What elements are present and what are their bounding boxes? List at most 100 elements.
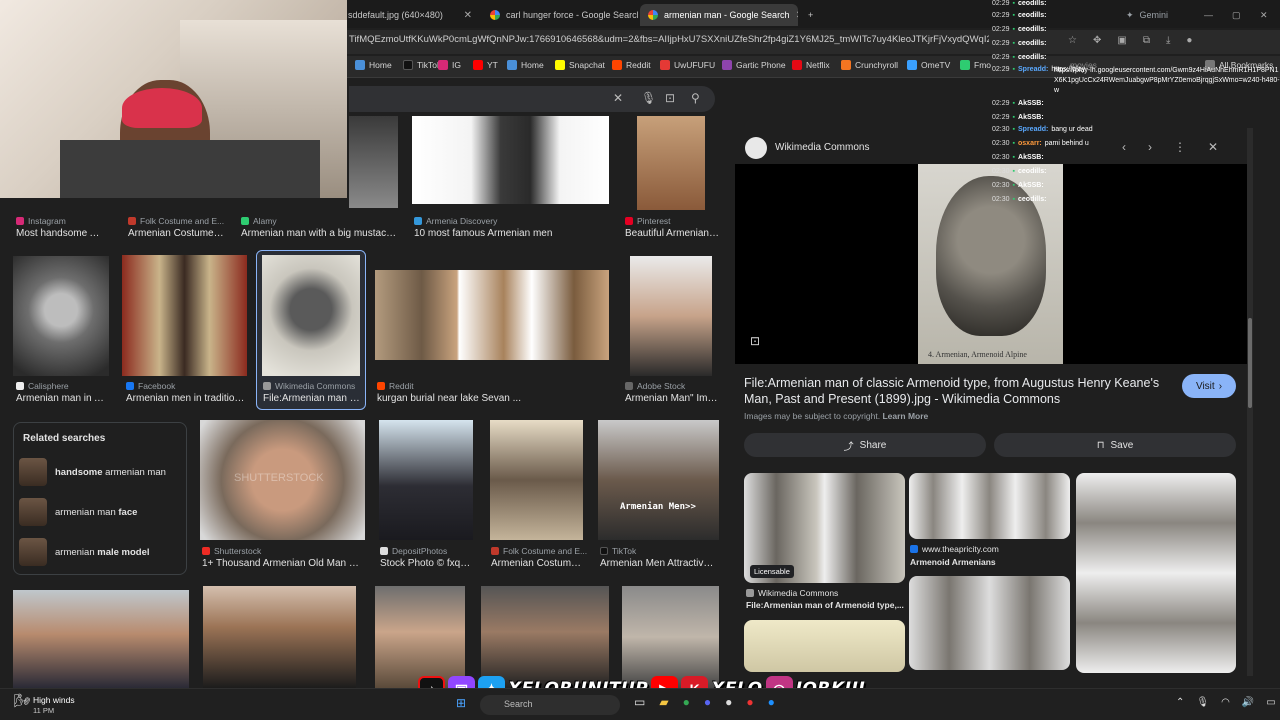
related-image[interactable]: [909, 576, 1070, 670]
badge-icon: ▪: [1012, 196, 1016, 203]
mic-icon[interactable]: 🎙: [1196, 697, 1209, 708]
bookmark-uwufufu[interactable]: UwUFUFU: [660, 60, 715, 70]
battery-icon[interactable]: ▭: [1266, 697, 1275, 708]
bookmark-ig[interactable]: IG: [438, 60, 461, 70]
learn-more-link[interactable]: Learn More: [882, 411, 928, 421]
app-icon[interactable]: ●: [725, 695, 732, 709]
start-icon[interactable]: ⊞: [456, 696, 466, 710]
result-image[interactable]: [490, 420, 583, 540]
scrollbar[interactable]: [1247, 128, 1253, 676]
result-title[interactable]: Armenian Costume ...: [491, 558, 585, 569]
weather-icon[interactable]: 🌬: [14, 693, 31, 709]
result-title[interactable]: Armenian Costume ...: [128, 228, 224, 239]
visit-button[interactable]: Visit ›: [1182, 374, 1236, 398]
app-icon[interactable]: ●: [746, 695, 753, 709]
save-button[interactable]: ⊓ Save: [994, 433, 1236, 457]
bookmark-netflix[interactable]: Netflix: [792, 60, 830, 70]
bookmark-home[interactable]: Home: [355, 60, 392, 70]
related-item-handsome[interactable]: handsome armenian man: [19, 456, 183, 488]
close-icon[interactable]: ✕: [796, 10, 798, 21]
result-image[interactable]: [412, 116, 609, 204]
close-icon[interactable]: ✕: [1208, 140, 1218, 154]
bookmark-fmo[interactable]: Fmo: [960, 60, 991, 70]
tab-sddefault[interactable]: sddefault.jpg (640×480) ✕: [340, 4, 480, 26]
weather-text[interactable]: High winds: [33, 695, 75, 705]
bookmark-gartic-phone[interactable]: Gartic Phone: [722, 60, 786, 70]
result-title[interactable]: Armenian man in Ar...: [16, 393, 108, 404]
profile-icon[interactable]: ●: [1186, 35, 1192, 46]
file-explorer-icon[interactable]: ▰: [659, 695, 668, 709]
result-title[interactable]: Armenian men in tradition...: [126, 393, 246, 404]
download-icon[interactable]: ⤓: [1166, 35, 1170, 46]
result-image[interactable]: [379, 420, 473, 540]
task-view-icon[interactable]: ▭: [634, 695, 645, 709]
bookmark-home-2[interactable]: Home: [507, 60, 544, 70]
tab-armenian-man[interactable]: armenian man - Google Search ✕: [640, 4, 798, 26]
bookmark-ometv[interactable]: OmeTV: [907, 60, 950, 70]
tab-carl-hunger-force[interactable]: carl hunger force - Google Search ✕: [482, 4, 638, 26]
related-image[interactable]: [909, 473, 1070, 539]
result-image[interactable]: Armenian Men>>: [598, 420, 719, 540]
bookmark-snapchat[interactable]: Snapchat: [555, 60, 605, 70]
lens-icon[interactable]: ⊡: [750, 334, 760, 348]
lens-icon[interactable]: ⊡: [665, 91, 675, 105]
related-title[interactable]: Armenoid Armenians: [910, 557, 1068, 567]
result-image[interactable]: [630, 256, 712, 376]
related-image[interactable]: [744, 620, 905, 672]
result-title[interactable]: Stock Photo © fxqu...: [380, 558, 474, 569]
search-input[interactable]: ✕ 🎙 ⊡ ⚲: [349, 86, 715, 112]
bookmark-reddit[interactable]: Reddit: [612, 60, 651, 70]
bookmark-crunchyroll[interactable]: Crunchyroll: [841, 60, 898, 70]
bookmark-tiktok[interactable]: TikTok: [403, 60, 441, 70]
mic-icon[interactable]: 🎙: [641, 91, 656, 105]
chevron-right-icon: ›: [1218, 380, 1223, 392]
result-title[interactable]: File:Armenian man o...: [263, 393, 361, 404]
discord-icon[interactable]: ●: [704, 695, 711, 709]
result-title[interactable]: 10 most famous Armenian men: [414, 228, 594, 239]
result-image[interactable]: [262, 255, 360, 376]
result-title[interactable]: Armenian man with a big mustach...: [241, 228, 399, 239]
related-image[interactable]: Licensable: [744, 473, 905, 583]
speaker-icon[interactable]: 🔊: [1242, 697, 1254, 708]
related-item-face[interactable]: armenian man face: [19, 496, 183, 528]
maximize-button[interactable]: ▢: [1224, 4, 1249, 26]
result-image[interactable]: [13, 256, 109, 376]
panel-title[interactable]: File:Armenian man of classic Armenoid ty…: [744, 375, 1164, 407]
related-item-male-model[interactable]: armenian male model: [19, 536, 183, 568]
result-title[interactable]: 1+ Thousand Armenian Old Man Ro...: [202, 558, 364, 569]
result-image[interactable]: [349, 116, 398, 208]
chat-time: 02:30: [992, 140, 1010, 147]
scrollbar-thumb[interactable]: [1248, 318, 1252, 408]
related-title[interactable]: File:Armenian man of Armenoid type,...: [746, 600, 904, 610]
clear-icon[interactable]: ✕: [613, 91, 623, 105]
wifi-icon[interactable]: ◠: [1221, 697, 1230, 708]
result-title[interactable]: Beautiful Armenian ...: [625, 228, 719, 239]
result-title[interactable]: Armenian Men Attractive ...: [600, 558, 718, 569]
share-button[interactable]: ⤴ Share: [744, 433, 986, 457]
bookmark-yt[interactable]: YT: [473, 60, 498, 70]
result-image[interactable]: [203, 586, 356, 688]
new-tab-button[interactable]: +: [800, 4, 820, 26]
result-image[interactable]: [13, 590, 189, 688]
result-image[interactable]: [122, 255, 247, 376]
taskbar-search[interactable]: Search: [480, 695, 620, 715]
close-window-button[interactable]: ✕: [1252, 4, 1276, 26]
chevron-up-icon[interactable]: ⌃: [1176, 697, 1184, 708]
search-icon[interactable]: ⚲: [691, 91, 700, 105]
minimize-button[interactable]: —: [1196, 4, 1221, 26]
result-title[interactable]: Armenian Man" Ima...: [625, 393, 719, 404]
related-image[interactable]: [1076, 473, 1236, 673]
app-icon[interactable]: ●: [768, 695, 775, 709]
result-image[interactable]: [375, 270, 609, 360]
url-field[interactable]: TifMQEzmoUtfKKuWkP0cmLgWfQnNPJw:17669106…: [349, 34, 989, 45]
result-title[interactable]: kurgan burial near lake Sevan ...: [377, 393, 557, 404]
result-image[interactable]: [637, 116, 705, 210]
panel-source[interactable]: Wikimedia Commons: [775, 142, 869, 153]
result-title[interactable]: Most handsome Ar...: [16, 228, 106, 239]
close-icon[interactable]: ✕: [464, 10, 472, 21]
more-icon[interactable]: ⋮: [1174, 140, 1186, 154]
chrome-icon[interactable]: ●: [683, 695, 690, 709]
badge-icon: ▪: [1012, 126, 1016, 133]
chat-username: Spreadd:: [1018, 126, 1049, 133]
result-image[interactable]: SHUTTERSTOCK: [200, 420, 365, 540]
